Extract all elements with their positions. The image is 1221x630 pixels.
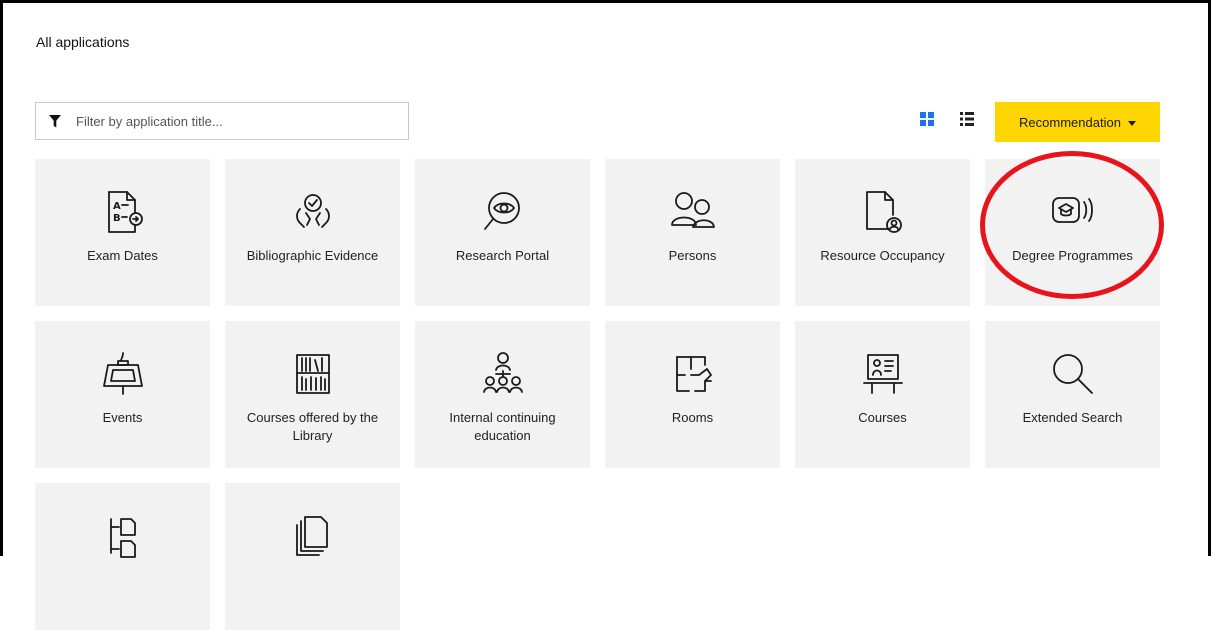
tile-extended-search[interactable]: Extended Search (985, 321, 1160, 468)
tile-label: Events (102, 410, 143, 425)
events-icon (98, 349, 148, 399)
tile-documents-stack[interactable] (225, 483, 400, 630)
filter-icon (48, 114, 62, 128)
extended-search-icon (1048, 349, 1098, 399)
courses-icon (858, 349, 908, 399)
tile-persons[interactable]: Persons (605, 159, 780, 306)
tile-events[interactable]: Events (35, 321, 210, 468)
svg-text:A: A (113, 201, 121, 212)
document-tree-icon (98, 511, 148, 561)
resource-occupancy-icon (858, 187, 908, 237)
exam-dates-icon: A B (98, 187, 148, 237)
caret-down-icon (1127, 120, 1136, 126)
tile-research-portal[interactable]: Research Portal (415, 159, 590, 306)
list-view-toggle[interactable] (958, 111, 976, 131)
tile-document-tree[interactable] (35, 483, 210, 630)
tile-rooms[interactable]: Rooms (605, 321, 780, 468)
continuing-education-icon (478, 349, 528, 399)
tile-exam-dates[interactable]: A B Exam Dates (35, 159, 210, 306)
tile-label: Exam Dates (87, 248, 158, 263)
tile-label: Courses (858, 410, 907, 425)
tile-label: Rooms (671, 410, 714, 425)
tile-degree-programmes[interactable]: Degree Programmes (985, 159, 1160, 306)
sort-label: Recommendation (1019, 114, 1121, 130)
app-frame: All applications Recommendation (0, 0, 1211, 630)
tile-label: Degree Programmes (1012, 248, 1133, 263)
tile-continuing-education[interactable]: Internal continuing education (415, 321, 590, 468)
tile-label: Persons (668, 248, 717, 263)
tile-label: Research Portal (455, 248, 550, 263)
sort-dropdown-button[interactable]: Recommendation (995, 102, 1160, 142)
bibliographic-evidence-icon (288, 187, 338, 237)
tile-label: Internal continuing education (449, 410, 556, 443)
tile-library-courses[interactable]: Courses offered by the Library (225, 321, 400, 468)
research-portal-icon (478, 187, 528, 237)
filter-input[interactable] (74, 102, 408, 140)
list-view-icon (960, 111, 974, 131)
documents-stack-icon (288, 511, 338, 561)
tile-label: Extended Search (1022, 410, 1123, 425)
filter-box[interactable] (35, 102, 409, 140)
tile-bibliographic-evidence[interactable]: Bibliographic Evidence (225, 159, 400, 306)
tile-label: Resource Occupancy (820, 248, 945, 263)
tile-courses[interactable]: Courses (795, 321, 970, 468)
tile-label: Courses offered by the Library (246, 410, 379, 443)
grid-view-icon (920, 111, 934, 131)
tile-resource-occupancy[interactable]: Resource Occupancy (795, 159, 970, 306)
grid-view-toggle[interactable] (918, 111, 936, 131)
degree-programmes-icon (1048, 187, 1098, 237)
persons-icon (668, 187, 718, 237)
svg-text:B: B (113, 213, 121, 224)
library-courses-icon (288, 349, 338, 399)
page-title: All applications (36, 34, 130, 50)
rooms-icon (668, 349, 718, 399)
tile-label: Bibliographic Evidence (246, 248, 379, 263)
application-grid: A B Exam Dates Bibliographic Evidence Re… (35, 159, 1160, 630)
